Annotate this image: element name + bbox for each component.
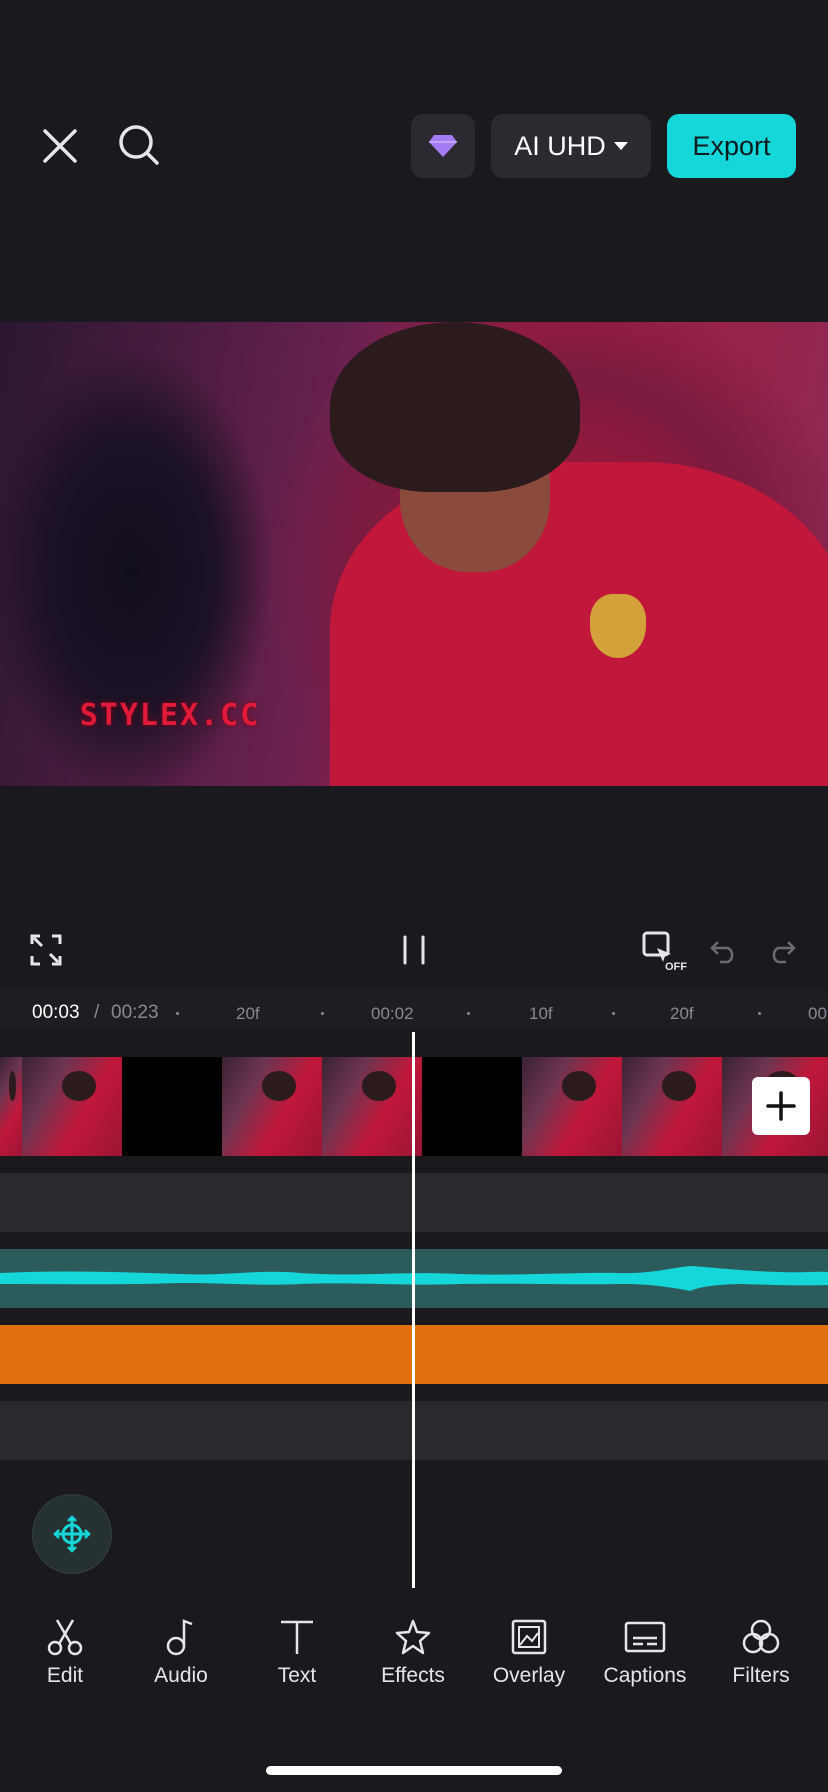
toolbar-edit[interactable]: Edit bbox=[10, 1618, 120, 1688]
redo-icon bbox=[772, 941, 796, 964]
ruler-dot bbox=[321, 1012, 324, 1015]
toolbar-edit-label: Edit bbox=[46, 1664, 84, 1687]
current-time: 00:03 bbox=[32, 1002, 80, 1023]
toolbar-effects[interactable]: Effects bbox=[358, 1618, 468, 1688]
preview-hair bbox=[330, 322, 580, 492]
clip-thumbnail[interactable] bbox=[0, 1057, 22, 1156]
clip-thumbnail[interactable] bbox=[422, 1057, 522, 1156]
keyframe-off-icon: OFF bbox=[642, 931, 687, 972]
pause-button[interactable] bbox=[394, 932, 434, 968]
fullscreen-button[interactable] bbox=[28, 932, 64, 968]
time-separator: / bbox=[94, 1002, 100, 1023]
scissors-icon bbox=[47, 1619, 83, 1656]
close-icon bbox=[43, 129, 77, 163]
toolbar-captions-label: Captions bbox=[603, 1664, 687, 1687]
plus-icon bbox=[766, 1091, 796, 1121]
keyframe-button[interactable] bbox=[32, 1494, 112, 1574]
add-clip-button[interactable] bbox=[752, 1077, 810, 1135]
ruler-label: 20f bbox=[236, 1004, 260, 1023]
toolbar-effects-label: Effects bbox=[381, 1664, 445, 1687]
star-icon bbox=[395, 1619, 431, 1655]
export-label: Export bbox=[692, 130, 771, 161]
quality-label: AI UHD bbox=[514, 130, 606, 161]
toolbar-text-label: Text bbox=[277, 1664, 317, 1687]
text-icon bbox=[281, 1620, 313, 1654]
pause-icon bbox=[403, 935, 425, 965]
fullscreen-icon bbox=[30, 934, 62, 966]
total-time: 00:23 bbox=[111, 1002, 159, 1023]
playhead[interactable] bbox=[412, 1032, 415, 1588]
toolbar-overlay-label: Overlay bbox=[492, 1664, 566, 1687]
clip-thumbnail[interactable] bbox=[22, 1057, 122, 1156]
diamond-icon bbox=[429, 135, 457, 157]
toolbar-audio[interactable]: Audio bbox=[126, 1618, 236, 1688]
redo-button[interactable] bbox=[764, 934, 800, 966]
toolbar-captions[interactable]: Captions bbox=[590, 1618, 700, 1688]
ruler-dot bbox=[612, 1012, 615, 1015]
clip-thumbnail[interactable] bbox=[222, 1057, 322, 1156]
ruler-dot bbox=[758, 1012, 761, 1015]
toolbar-text[interactable]: Text bbox=[242, 1618, 352, 1688]
search-button[interactable] bbox=[114, 120, 164, 170]
ruler-dot bbox=[467, 1012, 470, 1015]
quality-dropdown[interactable]: AI UHD bbox=[491, 114, 651, 178]
ruler-label: 10f bbox=[529, 1004, 553, 1023]
filters-icon bbox=[742, 1619, 780, 1654]
chevron-down-icon bbox=[613, 142, 628, 150]
undo-button[interactable] bbox=[706, 934, 742, 966]
toolbar-filters[interactable]: Filters bbox=[706, 1618, 816, 1688]
toolbar-filters-label: Filters bbox=[732, 1664, 790, 1687]
clip-thumbnail[interactable] bbox=[322, 1057, 422, 1156]
preview-watermark: STYLEX.CC bbox=[79, 698, 261, 733]
home-indicator[interactable] bbox=[266, 1766, 562, 1775]
ruler-label: 00:02 bbox=[371, 1004, 414, 1023]
video-preview[interactable]: STYLEX.CC bbox=[0, 322, 828, 786]
clip-thumbnail[interactable] bbox=[622, 1057, 722, 1156]
search-icon bbox=[119, 125, 159, 165]
ruler-dot bbox=[176, 1012, 179, 1015]
keyframe-off-label: OFF bbox=[665, 961, 687, 972]
captions-icon bbox=[624, 1621, 666, 1653]
move-icon bbox=[53, 1515, 91, 1553]
ruler-label: 20f bbox=[670, 1004, 694, 1023]
preview-club-badge bbox=[590, 594, 646, 658]
clip-thumbnail[interactable] bbox=[122, 1057, 222, 1156]
timeline-ruler[interactable]: 00:03 / 00:23 20f 00:02 10f 20f 00 bbox=[0, 990, 828, 1030]
export-button[interactable]: Export bbox=[667, 114, 796, 178]
toolbar-audio-label: Audio bbox=[154, 1664, 208, 1687]
clip-thumbnail[interactable] bbox=[522, 1057, 622, 1156]
ruler-label: 00 bbox=[808, 1004, 827, 1023]
toolbar-overlay[interactable]: Overlay bbox=[474, 1618, 584, 1688]
music-note-icon bbox=[166, 1619, 193, 1656]
overlay-icon bbox=[511, 1619, 547, 1655]
close-button[interactable] bbox=[36, 122, 84, 170]
keyframe-toggle[interactable]: OFF bbox=[640, 930, 690, 972]
pro-button[interactable] bbox=[411, 114, 475, 178]
undo-icon bbox=[710, 941, 734, 964]
